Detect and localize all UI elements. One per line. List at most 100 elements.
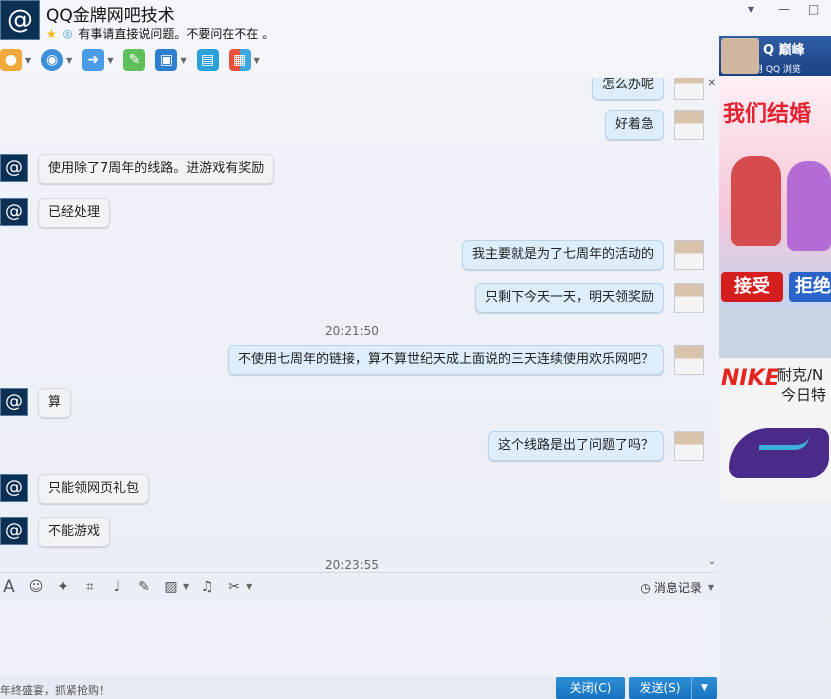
ad-column[interactable]: Q 巅峰 抢鲜就用 QQ 浏览 我们结婚 接受 拒绝 NIKE 耐克/N 今日特 xyxy=(719,36,831,501)
chat-window: @ QQ金牌网吧技术 ★ ◎ 有事请直接说问题。不要问在不在 。 ▾ — □ ●… xyxy=(0,0,831,699)
my-avatar[interactable] xyxy=(674,283,704,313)
chevron-down-icon: ▼ xyxy=(180,55,187,65)
contact-avatar[interactable]: @ xyxy=(0,517,28,545)
star-icon: ★ xyxy=(46,26,57,41)
nike-sub: 今日特 xyxy=(781,386,827,404)
nike-ad[interactable]: NIKE 耐克/N 今日特 xyxy=(719,358,831,501)
message-bubble: 算 xyxy=(38,388,72,418)
maximize-button[interactable]: □ xyxy=(808,2,819,16)
message-row: @ 不能游戏 xyxy=(0,517,111,547)
chevron-down-icon[interactable]: ⌄ xyxy=(708,556,716,567)
header: @ QQ金牌网吧技术 ★ ◎ 有事请直接说问题。不要问在不在 。 ▾ — □ ●… xyxy=(0,0,831,78)
contact-avatar[interactable]: @ xyxy=(0,474,28,502)
nike-name: 耐克/N xyxy=(777,366,824,384)
minimize-button[interactable]: — xyxy=(778,2,790,16)
message-button[interactable]: ✎ xyxy=(123,49,146,71)
message-row: 怎么办呢 xyxy=(591,78,704,100)
message-row: 这个线路是出了问题了吗？ xyxy=(487,431,704,461)
ad-character xyxy=(731,156,781,246)
contact-avatar[interactable]: @ xyxy=(0,198,28,226)
edit-icon[interactable]: ✎ xyxy=(135,579,153,595)
message-bubble: 只剩下今天一天，明天领奖励 xyxy=(474,283,664,313)
my-avatar[interactable] xyxy=(674,110,704,140)
image-icon[interactable]: ▨ xyxy=(162,579,180,595)
swoosh-icon xyxy=(759,436,809,450)
history-label: 消息记录 xyxy=(653,581,702,595)
font-icon[interactable]: A xyxy=(0,577,18,597)
ad-character xyxy=(787,161,831,251)
chevron-down-icon: ▼ xyxy=(25,55,32,65)
browser-ad[interactable]: Q 巅峰 抢鲜就用 QQ 浏览 xyxy=(719,36,831,76)
apps-icon: ▦ xyxy=(228,49,251,71)
message-bubble: 怎么办呢 xyxy=(591,78,664,100)
accept-ad-button[interactable]: 接受 xyxy=(721,272,783,302)
mic-icon[interactable]: ♩ xyxy=(108,579,126,595)
message-bubble: 我主要就是为了七周年的活动的 xyxy=(461,240,664,270)
nike-logo: NIKE xyxy=(721,366,780,391)
my-avatar[interactable] xyxy=(674,345,704,375)
history-button[interactable]: ◷ 消息记录 ▼ xyxy=(640,579,714,596)
ad-portrait xyxy=(721,38,759,74)
message-row: @ 只能领网页礼包 xyxy=(0,474,150,504)
ad-brand: Q 巅峰 xyxy=(763,43,805,58)
message-bubble: 好着急 xyxy=(604,110,664,140)
status-row: ★ ◎ 有事请直接说问题。不要问在不在 。 xyxy=(46,25,274,42)
timestamp: 20:23:55 xyxy=(325,558,379,570)
message-row: @ 已经处理 xyxy=(0,198,111,228)
emoji-icon[interactable]: ☺ xyxy=(27,579,45,595)
message-icon: ✎ xyxy=(123,49,146,71)
close-button[interactable]: 关闭(C) xyxy=(556,677,625,699)
message-row: @ 算 xyxy=(0,388,72,418)
screenshot-icon[interactable]: ⌗ xyxy=(81,579,99,595)
timestamp: 20:21:50 xyxy=(325,324,379,338)
video-call-button[interactable]: ◉ ▼ xyxy=(41,49,72,71)
remote-desktop-icon: ▣ xyxy=(155,49,178,71)
chevron-down-icon[interactable]: ▼ xyxy=(246,582,252,591)
my-avatar[interactable] xyxy=(674,431,704,461)
minimize-menu-icon[interactable]: ▾ xyxy=(748,2,754,16)
magic-icon[interactable]: ✦ xyxy=(54,579,72,595)
window-title: QQ金牌网吧技术 xyxy=(46,6,175,26)
qzone-icon[interactable]: ◎ xyxy=(63,27,73,40)
input-toolbar: A ☺ ✦ ⌗ ♩ ✎ ▨ ▼ ♫ ✂ ▼ ◷ 消息记录 ▼ xyxy=(0,572,718,600)
chevron-down-icon: ▼ xyxy=(107,55,114,65)
promo-text[interactable]: 年终盛宴，抓紧抢购！ xyxy=(0,682,110,698)
message-row: 不使用七周年的链接，算不算世纪天成上面说的三天连续使用欢乐网吧？ xyxy=(227,345,704,375)
message-bubble: 使用除了7周年的线路。进游戏有奖励 xyxy=(38,154,275,184)
scissors-icon[interactable]: ✂ xyxy=(225,579,243,595)
message-bubble: 只能领网页礼包 xyxy=(38,474,150,504)
call-toolbar: ● ▼ ◉ ▼ ➜ ▼ ✎ ▣ ▼ ▤ ▦ ▼ xyxy=(0,46,270,74)
wedding-ad[interactable]: 我们结婚 接受 拒绝 xyxy=(719,76,831,306)
message-bubble: 这个线路是出了问题了吗？ xyxy=(487,431,664,461)
apps-button[interactable]: ▦ ▼ xyxy=(228,49,260,71)
my-avatar[interactable] xyxy=(674,240,704,270)
chevron-down-icon: ▼ xyxy=(66,55,73,65)
music-icon[interactable]: ♫ xyxy=(198,579,216,595)
remote-desktop-button[interactable]: ▣ ▼ xyxy=(155,49,187,71)
message-bubble: 不能游戏 xyxy=(38,517,111,547)
chevron-down-icon[interactable]: ▼ xyxy=(183,582,189,591)
message-row: 好着急 xyxy=(604,110,704,140)
send-label[interactable]: 发送(S) xyxy=(629,677,691,699)
video-icon: ◉ xyxy=(41,49,64,71)
contact-avatar[interactable]: @ xyxy=(0,388,28,416)
send-options-chevron-icon[interactable]: ▼ xyxy=(691,677,717,699)
contact-avatar[interactable]: @ xyxy=(0,0,40,40)
share-screen-icon: ▤ xyxy=(196,49,219,71)
send-button[interactable]: 发送(S) ▼ xyxy=(629,677,717,699)
message-input[interactable] xyxy=(0,601,718,677)
message-row: @ 使用除了7周年的线路。进游戏有奖励 xyxy=(0,154,275,184)
voice-icon: ● xyxy=(0,49,22,71)
my-avatar[interactable] xyxy=(674,78,704,100)
message-list[interactable]: ✕ 怎么办呢 好着急 @ 使用除了7周年的线路。进游戏有奖励 @ 已经处理 我主… xyxy=(0,78,718,570)
reject-ad-button[interactable]: 拒绝 xyxy=(789,272,831,302)
wedding-title: 我们结婚 xyxy=(723,102,812,127)
voice-call-button[interactable]: ● ▼ xyxy=(0,49,31,71)
status-message: 有事请直接说问题。不要问在不在 。 xyxy=(78,27,275,41)
file-transfer-button[interactable]: ➜ ▼ xyxy=(82,49,113,71)
share-screen-button[interactable]: ▤ xyxy=(196,49,219,71)
chevron-down-icon: ▼ xyxy=(707,583,714,592)
collapse-up-icon[interactable]: ✕ xyxy=(708,78,716,89)
contact-avatar[interactable]: @ xyxy=(0,154,28,182)
message-row: 只剩下今天一天，明天领奖励 xyxy=(474,283,704,313)
